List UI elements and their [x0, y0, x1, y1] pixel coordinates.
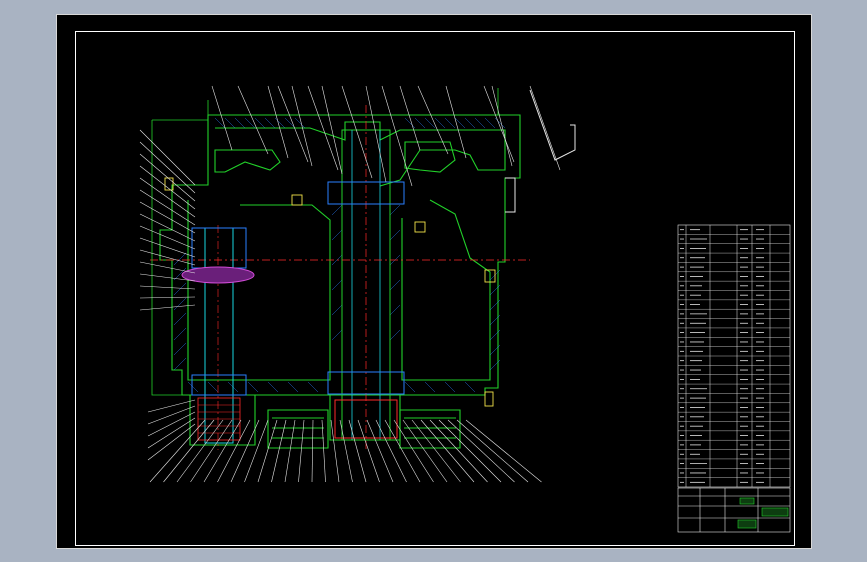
leader-bottom [321, 419, 326, 483]
leader-left [139, 141, 196, 194]
leader-bottom [438, 419, 502, 483]
leader-bottom [357, 419, 380, 483]
leader-bottom [348, 419, 367, 483]
leader-left [139, 153, 196, 202]
leader-left [139, 296, 196, 299]
leader-left [139, 189, 196, 226]
title-block [677, 487, 791, 533]
top-cover-left-cavity [214, 149, 281, 173]
leader-bottom [339, 419, 353, 483]
seal-stack-lines [198, 404, 240, 434]
leader-left [139, 213, 196, 242]
leader-bottom [420, 419, 475, 483]
cad-assembly-drawing [139, 85, 791, 533]
leader-bottom [393, 419, 434, 483]
bolt-top-right [414, 221, 426, 233]
leader-top [417, 85, 449, 155]
bolt-top-left [291, 194, 303, 206]
leader-bottom [447, 419, 515, 483]
leader-bottom [298, 419, 305, 483]
bolt-bottom-right [484, 391, 494, 407]
leader-bottom [271, 419, 287, 483]
housing-inner-left [187, 200, 331, 381]
leader-top [291, 85, 313, 167]
right-bracket [505, 89, 576, 213]
leader-top [267, 85, 289, 159]
leader-top [529, 85, 561, 171]
bottom-pulley-left [267, 409, 329, 449]
hatch-top [214, 117, 506, 129]
leader-left [139, 165, 196, 210]
leader-top [483, 85, 515, 163]
leader-bottom [456, 419, 529, 483]
parts-list-table [677, 224, 791, 488]
leader-bottom [311, 419, 314, 483]
title-sign-green [737, 519, 757, 529]
leader-left [139, 249, 196, 266]
upper-bearing [191, 227, 247, 269]
leader-lower-left [147, 405, 196, 425]
leader-left [139, 201, 196, 234]
leader-left [139, 237, 196, 258]
leader-bottom [284, 419, 296, 483]
leader-left [139, 261, 196, 274]
hatching [173, 117, 506, 393]
hatch-bottom [187, 381, 476, 393]
leader-bottom [244, 419, 269, 483]
title-stamp-green [739, 497, 755, 505]
leader-top [399, 85, 421, 151]
leader-left [139, 285, 196, 290]
leader-top [341, 85, 373, 179]
top-cover-right-cavity [404, 141, 456, 173]
leader-left [139, 177, 196, 218]
leader-top [237, 85, 269, 155]
leader-bottom [429, 419, 488, 483]
leader-bottom [402, 419, 448, 483]
leader-bottom [384, 419, 421, 483]
leader-top [307, 85, 339, 171]
leader-lower-left [147, 399, 196, 413]
leader-bottom [411, 419, 461, 483]
leader-lower-left [147, 423, 196, 461]
leader-lower-left [147, 411, 196, 437]
bracket-arm [505, 177, 516, 213]
leader-bottom [176, 419, 224, 483]
leader-bottom [465, 419, 542, 483]
top-guide [207, 88, 499, 115]
leader-top [381, 85, 413, 187]
top-cover [215, 121, 506, 187]
leader-bottom [163, 419, 215, 483]
leader-lower-left [147, 417, 196, 449]
leader-top [321, 85, 343, 175]
leader-top [277, 85, 309, 163]
leader-left [139, 129, 196, 186]
leader-bottom [375, 419, 407, 483]
leader-top [365, 85, 387, 183]
leader-lines [139, 85, 561, 483]
title-name-green [761, 507, 789, 517]
leader-top [491, 85, 513, 167]
leader-left [139, 304, 196, 311]
